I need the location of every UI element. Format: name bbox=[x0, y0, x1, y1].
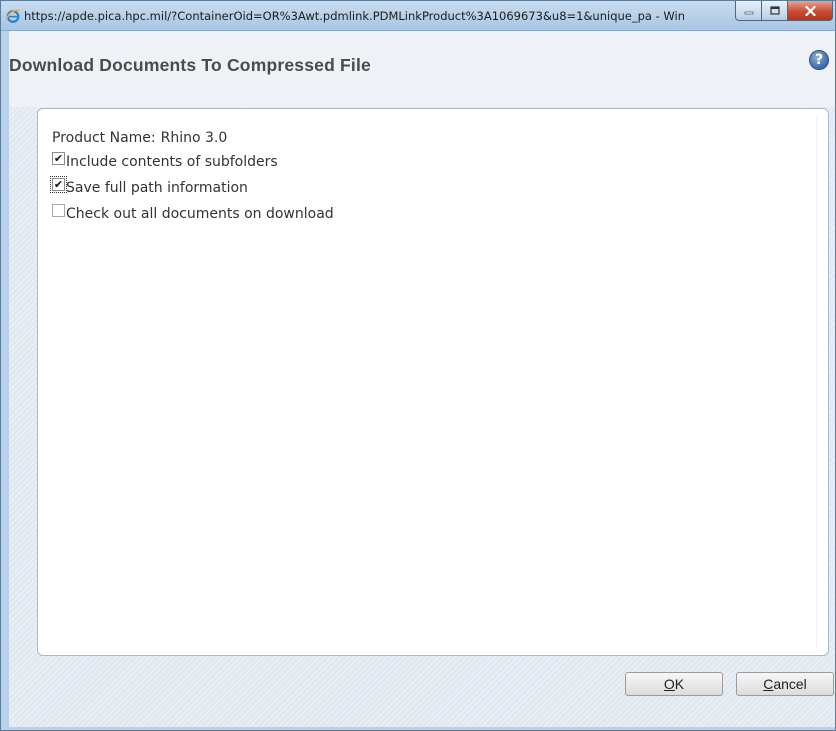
include-subfolders-label[interactable]: Include contents of subfolders bbox=[66, 154, 278, 170]
dialog-header: Download Documents To Compressed File ? bbox=[9, 31, 835, 107]
browser-popup-window: https://apde.pica.hpc.mil/?ContainerOid=… bbox=[0, 0, 836, 731]
download-options-form: Product Name: Rhino 3.0 ✔ Include conten… bbox=[50, 128, 334, 227]
save-full-path-checkbox[interactable]: ✔ bbox=[50, 175, 67, 193]
include-subfolders-checkbox[interactable]: ✔ bbox=[52, 151, 65, 165]
check-out-documents-label[interactable]: Check out all documents on download bbox=[66, 206, 334, 222]
window-title: https://apde.pica.hpc.mil/?ContainerOid=… bbox=[24, 9, 684, 23]
product-name-label: Product Name: bbox=[52, 130, 156, 146]
cancel-button-label: ancel bbox=[773, 676, 807, 692]
ok-button[interactable]: OK bbox=[625, 672, 723, 696]
close-button[interactable] bbox=[788, 1, 833, 21]
close-icon bbox=[804, 5, 816, 16]
dialog-title: Download Documents To Compressed File bbox=[9, 55, 371, 75]
cancel-button-accelerator: C bbox=[763, 676, 774, 692]
cancel-button[interactable]: Cancel bbox=[736, 672, 834, 696]
ok-button-accelerator: O bbox=[663, 676, 675, 692]
product-name-value: Rhino 3.0 bbox=[160, 130, 228, 146]
minimize-button[interactable] bbox=[735, 1, 762, 21]
window-title-bar[interactable]: https://apde.pica.hpc.mil/?ContainerOid=… bbox=[1, 1, 835, 31]
dialog-body: Product Name: Rhino 3.0 ✔ Include conten… bbox=[9, 107, 835, 727]
product-name-row: Product Name: Rhino 3.0 bbox=[52, 128, 334, 148]
option-check-out-documents[interactable]: Check out all documents on download bbox=[52, 201, 334, 227]
maximize-button[interactable] bbox=[762, 1, 788, 21]
scroll-area[interactable] bbox=[816, 117, 828, 647]
content-panel: Product Name: Rhino 3.0 ✔ Include conten… bbox=[37, 108, 829, 656]
minimize-icon bbox=[744, 11, 753, 14]
internet-explorer-icon bbox=[5, 9, 21, 23]
ok-button-label: K bbox=[674, 676, 685, 692]
help-icon[interactable]: ? bbox=[809, 50, 829, 70]
maximize-icon bbox=[769, 6, 780, 15]
option-save-full-path[interactable]: ✔ Save full path information bbox=[50, 175, 334, 201]
check-out-documents-checkbox[interactable] bbox=[52, 203, 65, 217]
save-full-path-label[interactable]: Save full path information bbox=[66, 180, 248, 196]
window-controls bbox=[735, 1, 833, 22]
option-include-subfolders[interactable]: ✔ Include contents of subfolders bbox=[52, 149, 334, 175]
